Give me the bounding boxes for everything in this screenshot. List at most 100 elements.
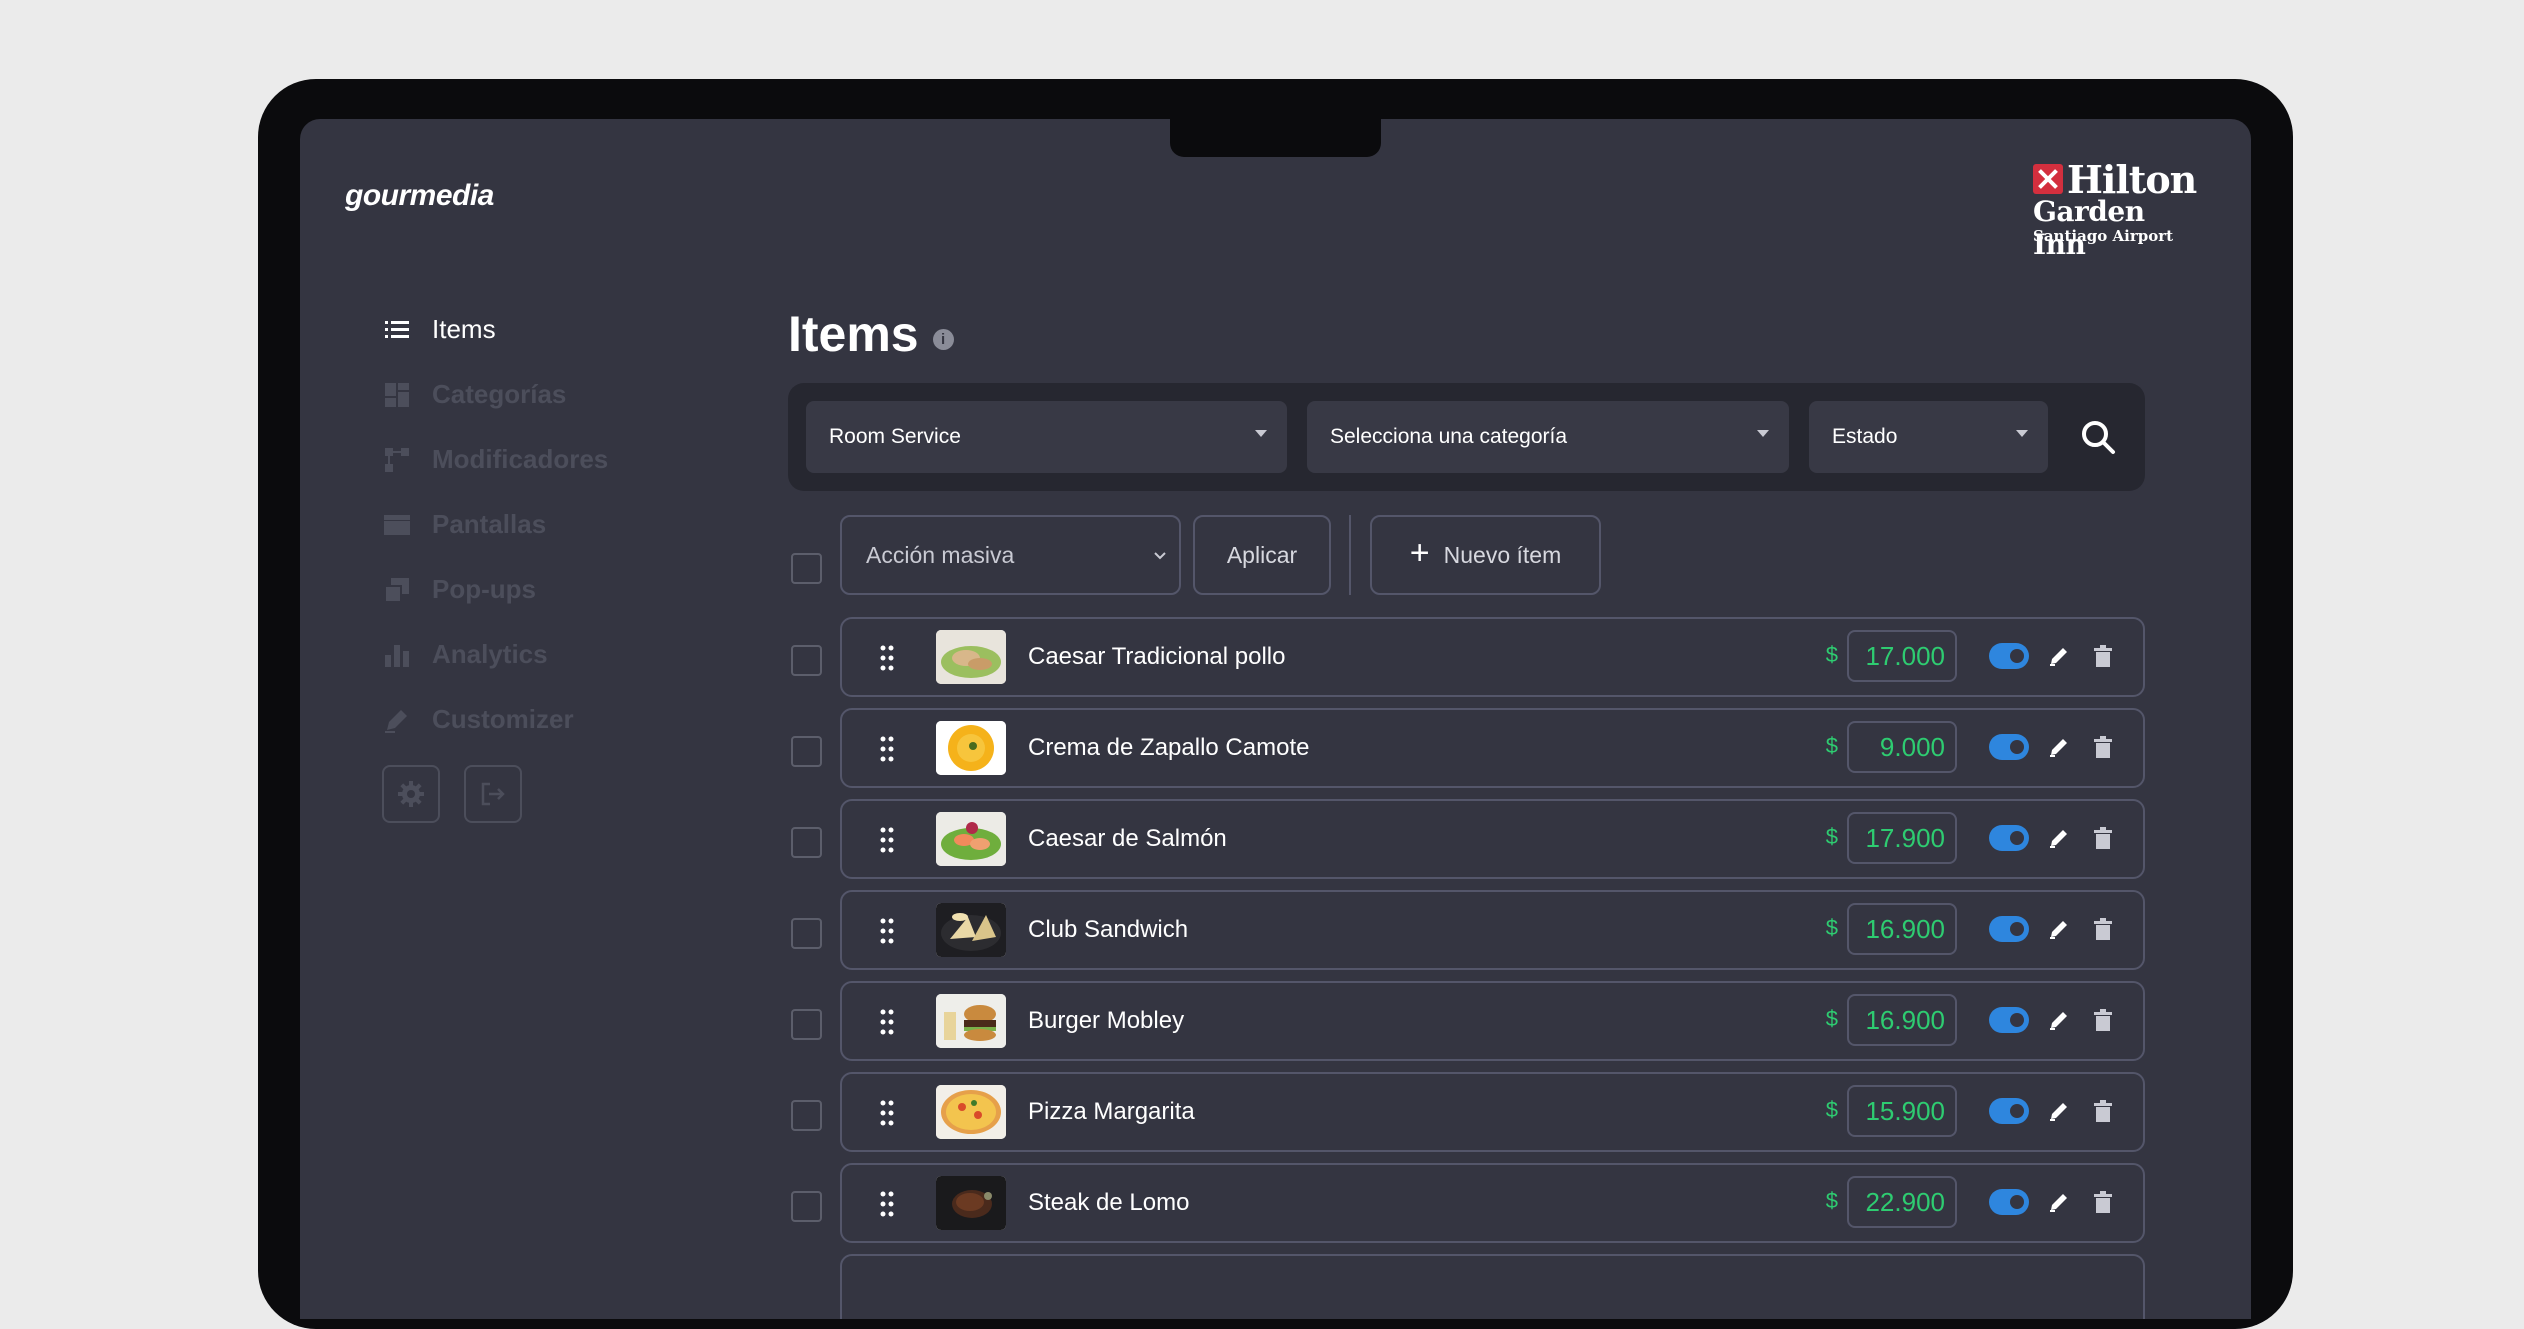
item-card bbox=[840, 1254, 2145, 1319]
window-icon bbox=[382, 510, 412, 540]
main-content: Items i Room Service Selecciona una cate… bbox=[788, 299, 2145, 1319]
pencil-icon bbox=[382, 705, 412, 735]
category-select-value: Selecciona una categoría bbox=[1330, 425, 1567, 448]
sidebar-item-label: Categorías bbox=[432, 379, 567, 409]
drag-handle-icon[interactable] bbox=[880, 645, 894, 671]
item-name: Pizza Margarita bbox=[1028, 1098, 1195, 1125]
row-checkbox[interactable] bbox=[791, 827, 822, 858]
price-input[interactable]: 16.900 bbox=[1847, 903, 1957, 955]
trash-icon[interactable] bbox=[2093, 736, 2113, 758]
drag-handle-icon[interactable] bbox=[880, 1100, 894, 1126]
plus-icon: + bbox=[1409, 534, 1430, 572]
sidebar-item-modificadores[interactable]: Modificadores bbox=[382, 427, 682, 492]
drag-handle-icon[interactable] bbox=[880, 918, 894, 944]
edit-icon[interactable] bbox=[2048, 645, 2070, 667]
item-card: Burger Mobley $ 16.900 bbox=[840, 981, 2145, 1061]
price-input[interactable]: 22.900 bbox=[1847, 1176, 1957, 1228]
status-select[interactable]: Estado bbox=[1809, 401, 2048, 473]
currency-symbol: $ bbox=[1825, 733, 1838, 758]
edit-icon[interactable] bbox=[2048, 1191, 2070, 1213]
page-title: Items bbox=[788, 306, 919, 362]
service-select-value: Room Service bbox=[829, 425, 961, 448]
drag-handle-icon[interactable] bbox=[880, 827, 894, 853]
row-checkbox[interactable] bbox=[791, 736, 822, 767]
sidebar-item-label: Pantallas bbox=[432, 509, 547, 539]
sidebar-item-items[interactable]: Items bbox=[382, 297, 682, 362]
trash-icon[interactable] bbox=[2093, 918, 2113, 940]
item-thumbnail bbox=[936, 630, 1006, 684]
row-checkbox[interactable] bbox=[791, 1191, 822, 1222]
row-checkbox[interactable] bbox=[791, 1009, 822, 1040]
chevron-down-icon bbox=[1154, 552, 1166, 560]
bulk-action-placeholder: Acción masiva bbox=[866, 541, 1015, 568]
price-input[interactable]: 9.000 bbox=[1847, 721, 1957, 773]
app-logo[interactable]: gourmedia bbox=[345, 179, 494, 213]
enabled-toggle[interactable] bbox=[1989, 1098, 2029, 1124]
edit-icon[interactable] bbox=[2048, 827, 2070, 849]
price-input[interactable]: 17.900 bbox=[1847, 812, 1957, 864]
info-icon[interactable]: i bbox=[932, 328, 954, 350]
item-card: Crema de Zapallo Camote $ 9.000 bbox=[840, 708, 2145, 788]
select-all-checkbox[interactable] bbox=[791, 553, 822, 584]
enabled-toggle[interactable] bbox=[1989, 643, 2029, 669]
price-input[interactable]: 16.900 bbox=[1847, 994, 1957, 1046]
item-card: Steak de Lomo $ 22.900 bbox=[840, 1163, 2145, 1243]
drag-handle-icon[interactable] bbox=[880, 736, 894, 762]
price-input[interactable]: 15.900 bbox=[1847, 1085, 1957, 1137]
row-checkbox[interactable] bbox=[791, 918, 822, 949]
sidebar-item-label: Pop-ups bbox=[432, 574, 536, 604]
hilton-mark-icon bbox=[2033, 164, 2063, 194]
toolbar-divider bbox=[1349, 515, 1351, 595]
enabled-toggle[interactable] bbox=[1989, 1007, 2029, 1033]
filter-bar: Room Service Selecciona una categoría Es… bbox=[788, 383, 2145, 491]
enabled-toggle[interactable] bbox=[1989, 916, 2029, 942]
trash-icon[interactable] bbox=[2093, 645, 2113, 667]
logout-button[interactable] bbox=[464, 765, 522, 823]
sidebar-item-popups[interactable]: Pop-ups bbox=[382, 557, 682, 622]
drag-handle-icon[interactable] bbox=[880, 1009, 894, 1035]
bulk-action-select[interactable]: Acción masiva bbox=[840, 515, 1181, 595]
item-thumbnail bbox=[936, 721, 1006, 775]
item-card: Caesar Tradicional pollo $ 17.000 bbox=[840, 617, 2145, 697]
enabled-toggle[interactable] bbox=[1989, 734, 2029, 760]
trash-icon[interactable] bbox=[2093, 1191, 2113, 1213]
service-select[interactable]: Room Service bbox=[806, 401, 1287, 473]
item-thumbnail bbox=[936, 1085, 1006, 1139]
item-name: Steak de Lomo bbox=[1028, 1189, 1190, 1216]
category-select[interactable]: Selecciona una categoría bbox=[1307, 401, 1789, 473]
enabled-toggle[interactable] bbox=[1989, 1189, 2029, 1215]
items-list: Caesar Tradicional pollo $ 17.000 Crema … bbox=[788, 617, 2145, 1319]
status-select-value: Estado bbox=[1832, 425, 1898, 448]
settings-button[interactable] bbox=[382, 765, 440, 823]
row-checkbox[interactable] bbox=[791, 645, 822, 676]
price-input[interactable]: 17.000 bbox=[1847, 630, 1957, 682]
trash-icon[interactable] bbox=[2093, 1100, 2113, 1122]
edit-icon[interactable] bbox=[2048, 1100, 2070, 1122]
trash-icon[interactable] bbox=[2093, 827, 2113, 849]
sidebar-item-label: Items bbox=[432, 314, 496, 344]
search-icon[interactable] bbox=[2079, 418, 2117, 456]
item-card: Club Sandwich $ 16.900 bbox=[840, 890, 2145, 970]
sidebar-nav: Items Categorías Modificadores Pantallas bbox=[382, 297, 682, 752]
edit-icon[interactable] bbox=[2048, 918, 2070, 940]
sidebar-item-customizer[interactable]: Customizer bbox=[382, 687, 682, 752]
edit-icon[interactable] bbox=[2048, 1009, 2070, 1031]
row-checkbox[interactable] bbox=[791, 1100, 822, 1131]
sidebar-item-categorias[interactable]: Categorías bbox=[382, 362, 682, 427]
new-item-button[interactable]: + Nuevo ítem bbox=[1370, 515, 1601, 595]
hierarchy-icon bbox=[382, 445, 412, 475]
currency-symbol: $ bbox=[1825, 642, 1838, 667]
enabled-toggle[interactable] bbox=[1989, 825, 2029, 851]
bar-chart-icon bbox=[382, 640, 412, 670]
currency-symbol: $ bbox=[1825, 1097, 1838, 1122]
apply-button[interactable]: Aplicar bbox=[1193, 515, 1331, 595]
sidebar-item-pantallas[interactable]: Pantallas bbox=[382, 492, 682, 557]
sidebar-item-analytics[interactable]: Analytics bbox=[382, 622, 682, 687]
drag-handle-icon[interactable] bbox=[880, 1191, 894, 1217]
list-item-partial bbox=[788, 1254, 2145, 1319]
item-name: Burger Mobley bbox=[1028, 1007, 1185, 1034]
camera-notch bbox=[1170, 119, 1381, 157]
logout-icon bbox=[481, 782, 505, 806]
trash-icon[interactable] bbox=[2093, 1009, 2113, 1031]
edit-icon[interactable] bbox=[2048, 736, 2070, 758]
